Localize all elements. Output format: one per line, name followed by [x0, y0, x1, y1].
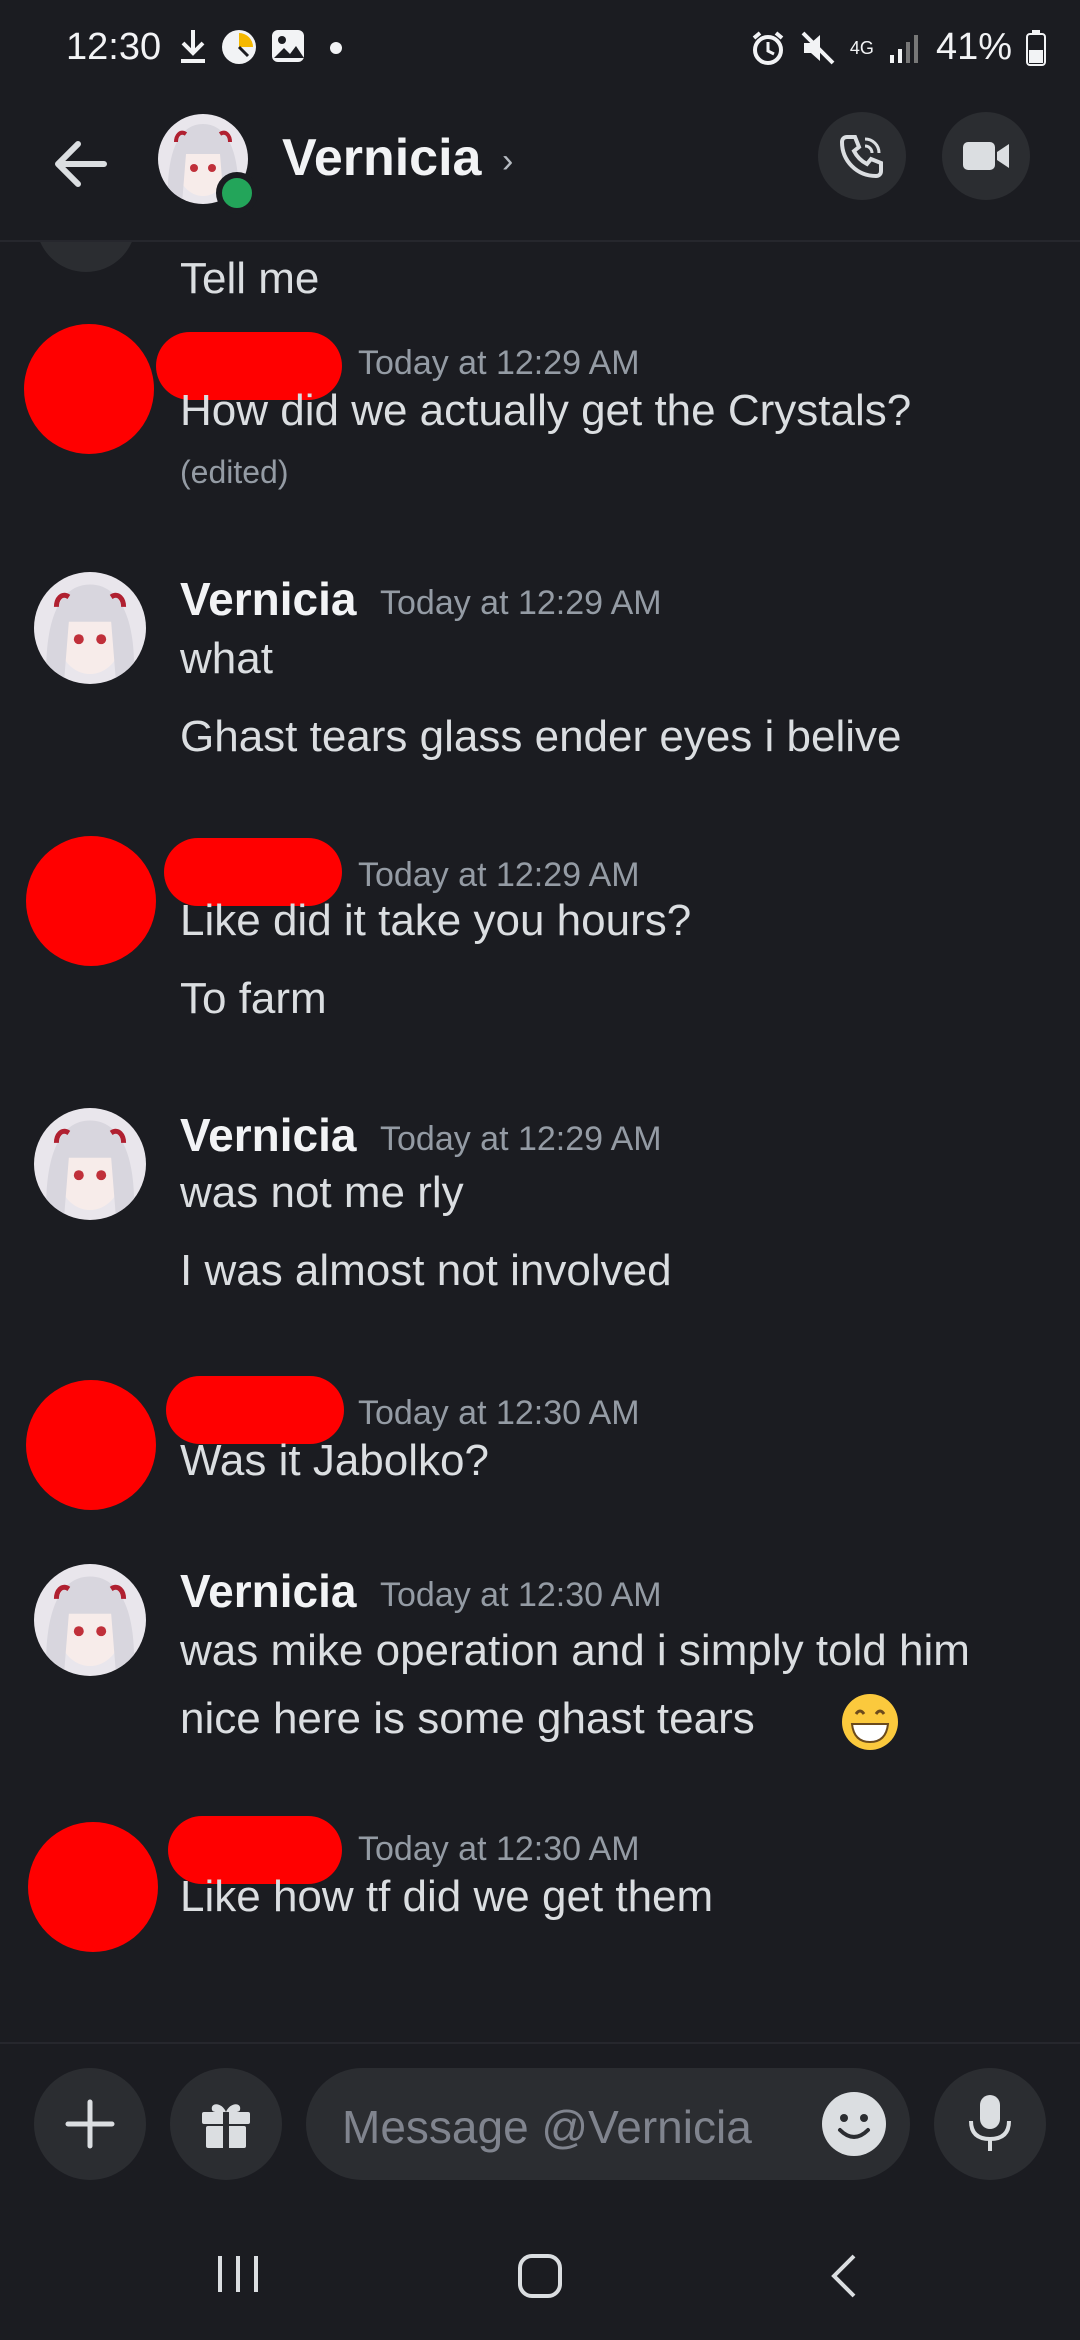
plus-icon	[65, 2099, 115, 2149]
redacted-username	[166, 1376, 344, 1444]
gift-icon	[202, 2104, 250, 2148]
voice-message-button[interactable]	[934, 2068, 1046, 2180]
chat-header: Vernicia ›	[0, 100, 1080, 242]
message-input-placeholder: Message @Vernicia	[342, 2101, 752, 2153]
system-navigation-bar	[0, 2202, 1080, 2340]
message-composer: Message @Vernicia	[0, 2042, 1080, 2204]
contact-name[interactable]: Vernicia	[282, 128, 481, 188]
voice-call-button[interactable]	[818, 112, 906, 200]
edited-label: (edited)	[180, 454, 289, 490]
redacted-avatar	[26, 1380, 156, 1510]
message-timestamp: Today at 12:29 AM	[358, 856, 640, 894]
alarm-icon	[752, 30, 784, 65]
chevron-right-icon[interactable]: ›	[502, 142, 513, 181]
message-text: what	[180, 634, 273, 683]
message-timestamp: Today at 12:30 AM	[358, 1830, 640, 1868]
home-icon[interactable]	[516, 2252, 564, 2300]
message-timestamp: Today at 12:29 AM	[358, 344, 640, 382]
message-text: I was almost not involved	[180, 1246, 672, 1295]
status-time: 12:30	[66, 26, 162, 68]
message-timestamp: Today at 12:30 AM	[380, 1576, 662, 1614]
avatar	[36, 242, 136, 272]
back-arrow-icon[interactable]	[48, 132, 112, 196]
username[interactable]: Vernicia	[180, 1108, 356, 1162]
message-text: To farm	[180, 974, 327, 1023]
battery-icon	[1026, 29, 1046, 66]
microphone-icon	[969, 2095, 1011, 2151]
mute-icon	[801, 31, 835, 64]
gallery-icon	[272, 30, 304, 62]
grinning-face-emoji	[842, 1694, 898, 1750]
voice-call-icon	[839, 135, 883, 179]
emoji-icon[interactable]	[822, 2092, 886, 2156]
username[interactable]: Vernicia	[180, 572, 356, 626]
avatar[interactable]	[34, 572, 146, 684]
online-status-indicator	[216, 172, 258, 214]
message-text: was not me rly	[180, 1168, 464, 1217]
redacted-avatar	[28, 1822, 158, 1952]
signal-icon	[889, 34, 918, 63]
system-back-icon[interactable]	[826, 2252, 862, 2300]
username[interactable]: Vernicia	[180, 1564, 356, 1618]
message-text: was mike operation and i simply told him	[180, 1626, 970, 1675]
redacted-avatar	[26, 836, 156, 966]
notification-dot-icon	[330, 42, 342, 54]
message-text: nice here is some ghast tears	[180, 1694, 755, 1743]
network-type: 4G	[849, 37, 874, 58]
video-call-button[interactable]	[942, 112, 1030, 200]
message-text: Tell me	[180, 254, 320, 303]
avatar[interactable]	[34, 1564, 146, 1676]
message-list[interactable]: Tell me Today at 12:29 AM How did we act…	[0, 242, 1080, 2042]
message-text: Was it Jabolko?	[180, 1436, 489, 1485]
recent-apps-icon[interactable]	[214, 2252, 262, 2296]
message-text: How did we actually get the Crystals?	[180, 386, 912, 435]
avatar[interactable]	[34, 1108, 146, 1220]
message-timestamp: Today at 12:29 AM	[380, 1120, 662, 1158]
message-text: Like how tf did we get them	[180, 1872, 714, 1921]
message-text: Ghast tears glass ender eyes i belive	[180, 712, 902, 761]
message-text: Like did it take you hours?	[180, 896, 692, 945]
add-attachment-button[interactable]	[34, 2068, 146, 2180]
battery-percent: 41%	[935, 26, 1012, 68]
video-call-icon	[963, 142, 1009, 170]
message-timestamp: Today at 12:30 AM	[358, 1394, 640, 1432]
clock-app-icon	[222, 30, 256, 64]
redacted-avatar	[24, 324, 154, 454]
message-input[interactable]: Message @Vernicia	[306, 2068, 910, 2180]
download-icon	[181, 30, 205, 63]
gift-button[interactable]	[170, 2068, 282, 2180]
message-timestamp: Today at 12:29 AM	[380, 584, 662, 622]
status-bar: 12:30 4G 41%	[0, 0, 1080, 100]
